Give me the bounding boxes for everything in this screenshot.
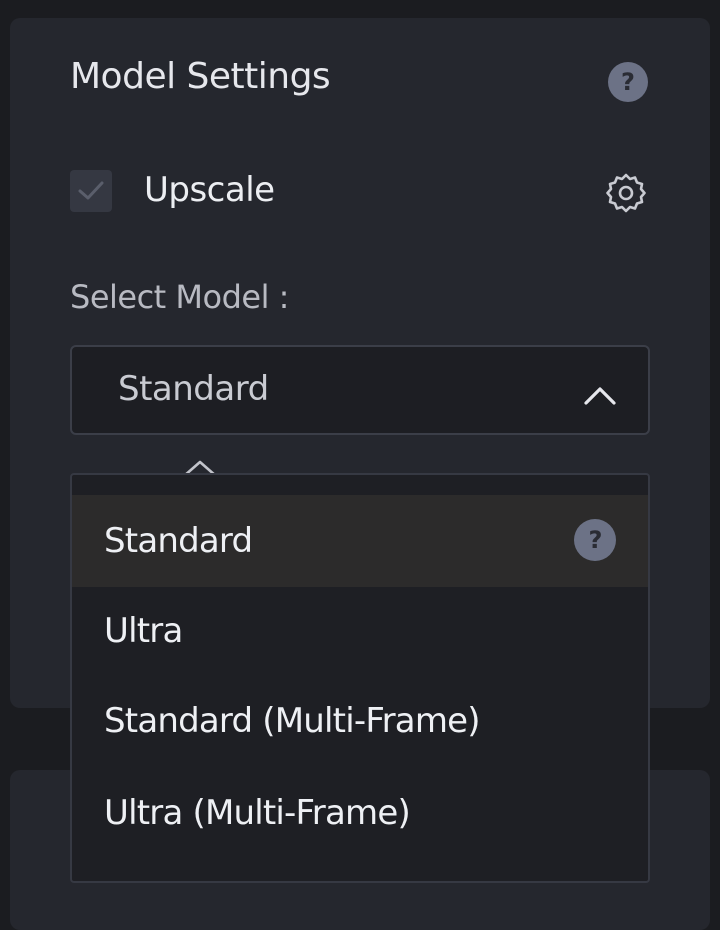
panel-title: Model Settings xyxy=(70,56,331,97)
select-model-label: Select Model : xyxy=(70,278,289,316)
option-label: Standard (Multi-Frame) xyxy=(104,701,481,741)
model-dropdown-menu: Standard ? Ultra Standard (Multi-Frame) … xyxy=(70,473,650,883)
option-ultra-multi-frame[interactable]: Ultra (Multi-Frame) xyxy=(72,767,648,859)
model-select[interactable]: Standard xyxy=(70,345,650,435)
model-select-value: Standard xyxy=(118,369,269,409)
checkmark-icon xyxy=(78,181,104,200)
gear-icon[interactable] xyxy=(603,170,649,216)
help-icon[interactable]: ? xyxy=(574,519,616,561)
help-icon[interactable]: ? xyxy=(608,62,648,102)
upscale-checkbox[interactable] xyxy=(70,170,112,212)
option-standard[interactable]: Standard ? xyxy=(72,495,648,587)
option-standard-multi-frame[interactable]: Standard (Multi-Frame) xyxy=(72,675,648,767)
option-label: Ultra xyxy=(104,611,183,651)
option-label: Standard xyxy=(104,521,253,561)
option-ultra[interactable]: Ultra xyxy=(72,585,648,677)
option-label: Ultra (Multi-Frame) xyxy=(104,793,411,833)
upscale-label: Upscale xyxy=(144,170,275,210)
chevron-up-icon xyxy=(584,387,616,405)
